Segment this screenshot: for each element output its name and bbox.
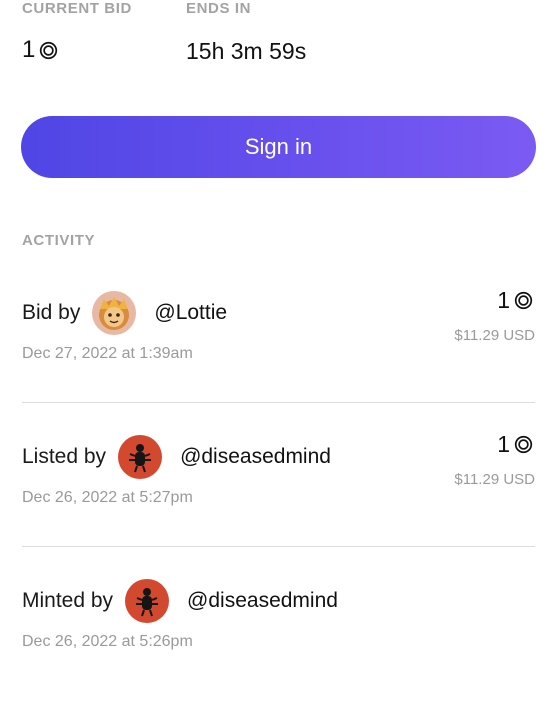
ends-in-label: ENDS IN <box>186 0 252 17</box>
activity-action: Listed by <box>22 445 107 468</box>
diseasedmind-avatar[interactable] <box>118 435 163 479</box>
price-usd: $11.29 USD <box>454 327 535 344</box>
tezos-icon <box>514 435 533 454</box>
tezos-icon <box>39 41 58 60</box>
activity-actor: Minted by @diseasedmind <box>22 579 338 623</box>
activity-heading: ACTIVITY <box>22 232 96 249</box>
activity-row: Listed by @diseasedmind Dec 26, 2022 at … <box>0 431 557 579</box>
activity-actor: Bid by @Lottie <box>22 291 227 335</box>
activity-row: Bid by @Lottie Dec 27, 2022 at 1:39am 1 … <box>0 287 557 435</box>
activity-actor: Listed by @diseasedmind <box>22 435 331 479</box>
price-amount: 1 <box>497 287 510 313</box>
activity-date: Dec 27, 2022 at 1:39am <box>22 345 193 362</box>
activity-row: Minted by @diseasedmind Dec 26, 2022 at … <box>0 579 557 723</box>
user-handle-link[interactable]: @Lottie <box>154 301 227 325</box>
user-handle-link[interactable]: @diseasedmind <box>187 589 338 613</box>
sign-in-button[interactable]: Sign in <box>21 116 536 178</box>
tezos-icon <box>514 291 533 310</box>
current-bid-value: 1 <box>22 36 58 64</box>
activity-date: Dec 26, 2022 at 5:27pm <box>22 489 193 506</box>
lottie-avatar[interactable] <box>92 291 137 335</box>
activity-action: Bid by <box>22 301 81 324</box>
activity-action: Minted by <box>22 589 114 612</box>
current-bid-label: CURRENT BID <box>22 0 132 17</box>
price-usd: $11.29 USD <box>454 471 535 488</box>
diseasedmind-avatar[interactable] <box>125 579 170 623</box>
activity-price: 1 <box>497 431 533 458</box>
activity-date: Dec 26, 2022 at 5:26pm <box>22 633 193 650</box>
user-handle-link[interactable]: @diseasedmind <box>180 445 331 469</box>
current-bid-amount: 1 <box>22 36 36 63</box>
activity-price: 1 <box>497 287 533 314</box>
price-amount: 1 <box>497 431 510 457</box>
divider <box>22 402 535 403</box>
ends-in-countdown: 15h 3m 59s <box>186 38 307 64</box>
divider <box>22 546 535 547</box>
